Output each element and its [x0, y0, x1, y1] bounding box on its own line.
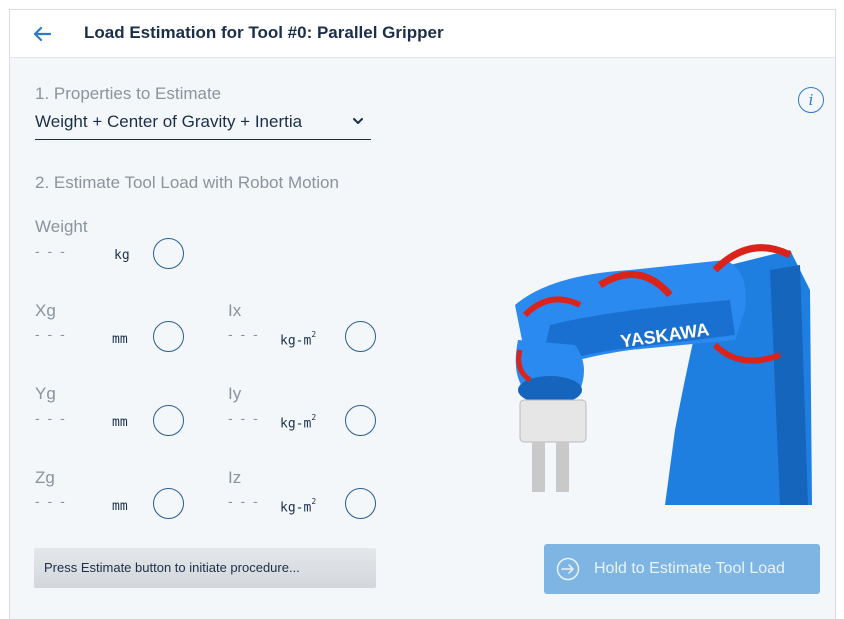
- hold-to-estimate-button[interactable]: Hold to Estimate Tool Load: [544, 544, 820, 594]
- chevron-down-icon: [353, 118, 363, 124]
- xg-unit: mm: [112, 332, 128, 347]
- properties-section-label: 1. Properties to Estimate: [35, 84, 222, 103]
- weight-value: - - -: [35, 243, 67, 259]
- back-button[interactable]: [28, 20, 56, 48]
- ix-value: - - -: [228, 326, 260, 342]
- xg-value: - - -: [35, 326, 67, 342]
- iy-unit: kg-m2: [280, 413, 317, 432]
- weight-unit: kg: [114, 248, 130, 263]
- iz-value: - - -: [228, 493, 260, 509]
- info-icon: i: [808, 91, 814, 109]
- iz-unit: kg-m2: [280, 497, 317, 516]
- iy-radio[interactable]: [345, 405, 376, 436]
- weight-label: Weight: [35, 217, 88, 236]
- robot-arm-illustration: YASKAWA: [515, 244, 812, 505]
- weight-radio[interactable]: [153, 238, 184, 269]
- motion-section-label: 2. Estimate Tool Load with Robot Motion: [35, 173, 339, 192]
- yg-unit: mm: [112, 415, 128, 430]
- iy-label: Iy: [228, 384, 242, 403]
- ix-unit: kg-m2: [280, 330, 317, 349]
- properties-select-value: Weight + Center of Gravity + Inertia: [35, 112, 303, 131]
- ix-radio[interactable]: [345, 321, 376, 352]
- hold-to-estimate-label: Hold to Estimate Tool Load: [594, 560, 785, 577]
- yg-value: - - -: [35, 410, 67, 426]
- yg-label: Yg: [35, 384, 56, 403]
- properties-select[interactable]: Weight + Center of Gravity + Inertia: [35, 110, 371, 140]
- zg-radio[interactable]: [153, 488, 184, 519]
- iy-value: - - -: [228, 410, 260, 426]
- info-button[interactable]: i: [798, 87, 824, 113]
- zg-value: - - -: [35, 493, 67, 509]
- iz-radio[interactable]: [345, 488, 376, 519]
- arrow-left-icon: [33, 26, 51, 42]
- xg-label: Xg: [35, 301, 56, 320]
- status-bar: Press Estimate button to initiate proced…: [34, 548, 376, 588]
- yg-radio[interactable]: [153, 405, 184, 436]
- ix-label: Ix: [228, 301, 242, 320]
- xg-radio[interactable]: [153, 321, 184, 352]
- zg-unit: mm: [112, 499, 128, 514]
- iz-label: Iz: [228, 468, 242, 487]
- header-bar: Load Estimation for Tool #0: Parallel Gr…: [10, 10, 835, 58]
- page-title: Load Estimation for Tool #0: Parallel Gr…: [84, 23, 444, 42]
- zg-label: Zg: [35, 468, 55, 487]
- arrow-right-circle-icon: [556, 557, 580, 581]
- load-estimation-panel: Load Estimation for Tool #0: Parallel Gr…: [9, 9, 836, 619]
- status-message: Press Estimate button to initiate proced…: [44, 560, 300, 575]
